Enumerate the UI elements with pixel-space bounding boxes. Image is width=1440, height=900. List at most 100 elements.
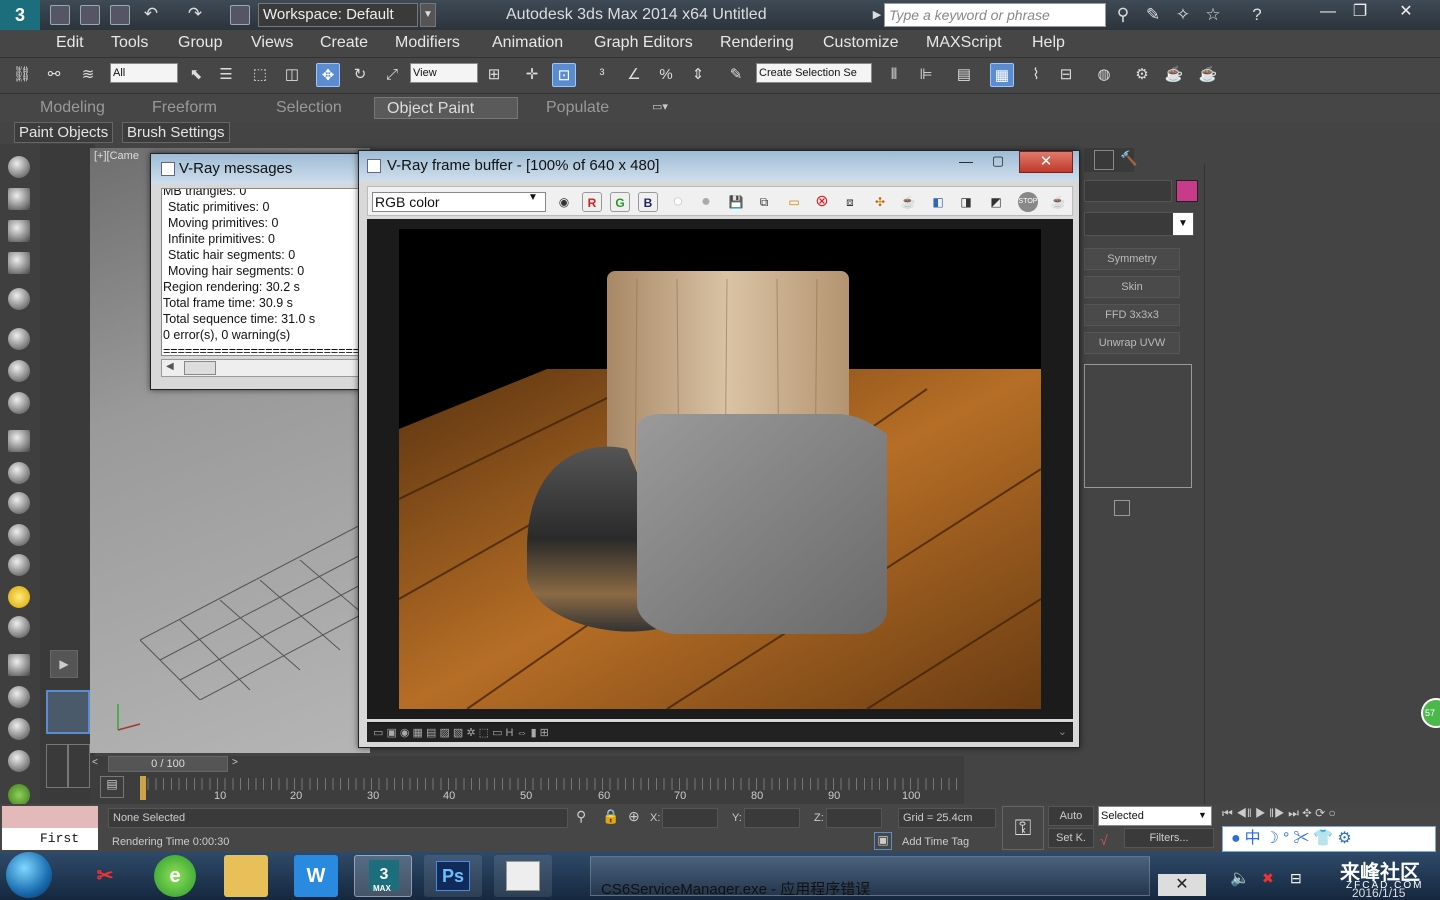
duplicate-to-max-icon[interactable]: ⧈ (840, 192, 860, 212)
rendered-frame-window-icon[interactable]: ☕ (1162, 63, 1186, 87)
hemisphere-icon[interactable] (8, 462, 30, 484)
minimize-button[interactable]: — (951, 153, 981, 173)
undo-icon[interactable]: ↶ (140, 3, 162, 25)
tab-selection[interactable]: Selection (264, 97, 354, 119)
z-coordinate-field[interactable] (826, 808, 882, 828)
menu-animation[interactable]: Animation (492, 34, 563, 54)
track-mouse-icon[interactable]: ✣ (870, 192, 890, 212)
selection-filter-dropdown[interactable]: All (110, 63, 178, 83)
ime-toolbar[interactable]: ●中☽°✂👕⚙ (1222, 826, 1436, 852)
unwrap-uvw-button[interactable]: Unwrap UVW (1084, 332, 1180, 354)
teapot-object-icon[interactable] (8, 524, 30, 546)
start-button[interactable] (6, 852, 52, 898)
chevron-down-icon[interactable]: ▼ (1198, 810, 1207, 820)
menu-tools[interactable]: Tools (111, 34, 148, 54)
utilities-hammer-icon[interactable]: 🔨 (1120, 150, 1137, 167)
maximize-button[interactable]: ▢ (983, 153, 1013, 173)
subtab-brush-settings[interactable]: Brush Settings (122, 122, 230, 143)
teapot-icon[interactable] (8, 156, 30, 178)
snaps-toggle-icon[interactable]: ³ (590, 63, 614, 87)
red-channel-button[interactable]: R (582, 192, 602, 212)
menu-maxscript[interactable]: MAXScript (926, 34, 1002, 54)
maxscript-listener-input[interactable]: First (2, 828, 98, 850)
window-crossing-icon[interactable]: ◫ (280, 63, 304, 87)
horizontal-scrollbar[interactable]: ◀ (161, 359, 361, 377)
frame-ruler[interactable] (140, 778, 964, 790)
tab-freeform[interactable]: Freeform (140, 97, 229, 119)
help-icon[interactable]: ? (1246, 4, 1268, 26)
subtab-paint-objects[interactable]: Paint Objects (14, 122, 114, 143)
3dsmax-task-button[interactable]: 3 MAX (354, 855, 412, 897)
isolate-icon[interactable]: ⚲ (576, 808, 586, 825)
tray-icon[interactable]: ⊟ (1290, 870, 1302, 887)
align-icon[interactable]: ⊫ (914, 63, 938, 87)
time-config-icon[interactable]: ▣ (874, 832, 892, 850)
plane-icon[interactable] (8, 430, 30, 452)
open-folder-icon[interactable]: ▭ (784, 192, 804, 212)
render-setup-icon[interactable]: ⚙ (1130, 63, 1154, 87)
grass-icon[interactable] (8, 784, 30, 806)
scrollbar-thumb[interactable] (184, 361, 216, 375)
timeline[interactable]: < 0 / 100 > 10 20 30 40 50 60 70 80 90 1… (90, 756, 964, 804)
display-panel-icon[interactable] (1094, 150, 1114, 170)
named-selection-set-dropdown[interactable]: Create Selection Se (756, 63, 872, 83)
prev-frame-icon[interactable]: < (92, 757, 106, 771)
bind-space-warp-icon[interactable]: ≋ (76, 63, 100, 87)
workspace-dropdown[interactable]: Workspace: Default (258, 3, 418, 27)
render-region-icon[interactable]: ☕ (898, 192, 918, 212)
absolute-mode-icon[interactable]: ⊕ (628, 808, 640, 825)
gear-icon[interactable] (8, 750, 30, 772)
next-frame-icon[interactable]: > (232, 757, 246, 771)
chevron-down-icon[interactable]: ▼ (1173, 213, 1193, 235)
lock-icon[interactable]: 🔒 (602, 808, 619, 825)
reference-coord-dropdown[interactable]: View (410, 63, 478, 83)
viewport-thumbnail[interactable] (46, 690, 90, 734)
redo-icon[interactable]: ↷ (184, 3, 206, 25)
subscription-icon[interactable]: ✧ (1172, 4, 1194, 26)
table-icon[interactable] (8, 252, 30, 274)
maximize-button[interactable]: ❐ (1344, 0, 1376, 24)
network-error-icon[interactable]: ✖ (1262, 870, 1274, 887)
tab-modeling[interactable]: Modeling (28, 97, 117, 119)
binoculars-icon[interactable]: ⚲ (1112, 4, 1134, 26)
set-key-button[interactable]: Set K. (1048, 828, 1094, 848)
close-button[interactable]: ✕ (1390, 0, 1422, 24)
menu-group[interactable]: Group (178, 34, 222, 54)
viewport-label[interactable]: [+][Came (94, 150, 139, 162)
minimize-button[interactable]: — (1312, 0, 1344, 24)
new-file-icon[interactable] (50, 5, 70, 25)
menu-rendering[interactable]: Rendering (720, 34, 794, 54)
error-task-button[interactable]: CS6ServiceManager.exe - 应用程序错误 (590, 856, 1150, 896)
alpha-white-icon[interactable]: ● (668, 192, 688, 212)
menu-edit[interactable]: Edit (56, 34, 84, 54)
play-icon[interactable]: ▶ (50, 650, 78, 678)
ribbon-options-icon[interactable]: ▭▾ (652, 100, 682, 114)
object-name-field[interactable] (1084, 180, 1172, 202)
vray-messages-window[interactable]: V-Ray messages MB triangles: 0 Static pr… (150, 153, 370, 390)
edit-named-selection-icon[interactable]: ✎ (724, 63, 748, 87)
link-icon[interactable]: ⛓ (10, 63, 34, 87)
network-badge-icon[interactable]: 57 (1421, 698, 1440, 728)
expand-icon[interactable]: ⌄ (1058, 725, 1067, 738)
select-manipulate-icon[interactable]: ✛ (520, 63, 544, 87)
camera-icon[interactable] (8, 328, 30, 350)
curve-editor-icon[interactable]: ⌇ (1024, 63, 1048, 87)
mirror-icon[interactable]: ⫴ (882, 63, 906, 87)
key-mode-dropdown[interactable]: Selected (1098, 806, 1212, 826)
menu-help[interactable]: Help (1032, 34, 1065, 54)
folder-icon[interactable] (224, 855, 268, 897)
pivot-center-icon[interactable]: ⊞ (482, 63, 506, 87)
cone-icon[interactable] (8, 554, 30, 576)
menu-customize[interactable]: Customize (823, 34, 899, 54)
filters-button[interactable]: Filters... (1124, 828, 1214, 848)
time-slider[interactable]: 0 / 100 (108, 756, 228, 772)
window-task-button[interactable] (494, 855, 552, 897)
video-camera-icon[interactable] (8, 392, 30, 414)
lens-effects-icon[interactable]: ◩ (986, 192, 1006, 212)
sun-icon[interactable] (8, 586, 30, 608)
rect-selection-icon[interactable]: ⬚ (248, 63, 272, 87)
color-channels-icon[interactable]: ◉ (554, 192, 574, 212)
modifier-stack[interactable] (1084, 364, 1192, 488)
key-filters-curve-icon[interactable]: √ (1100, 832, 1108, 848)
add-time-tag[interactable]: Add Time Tag (902, 836, 969, 848)
